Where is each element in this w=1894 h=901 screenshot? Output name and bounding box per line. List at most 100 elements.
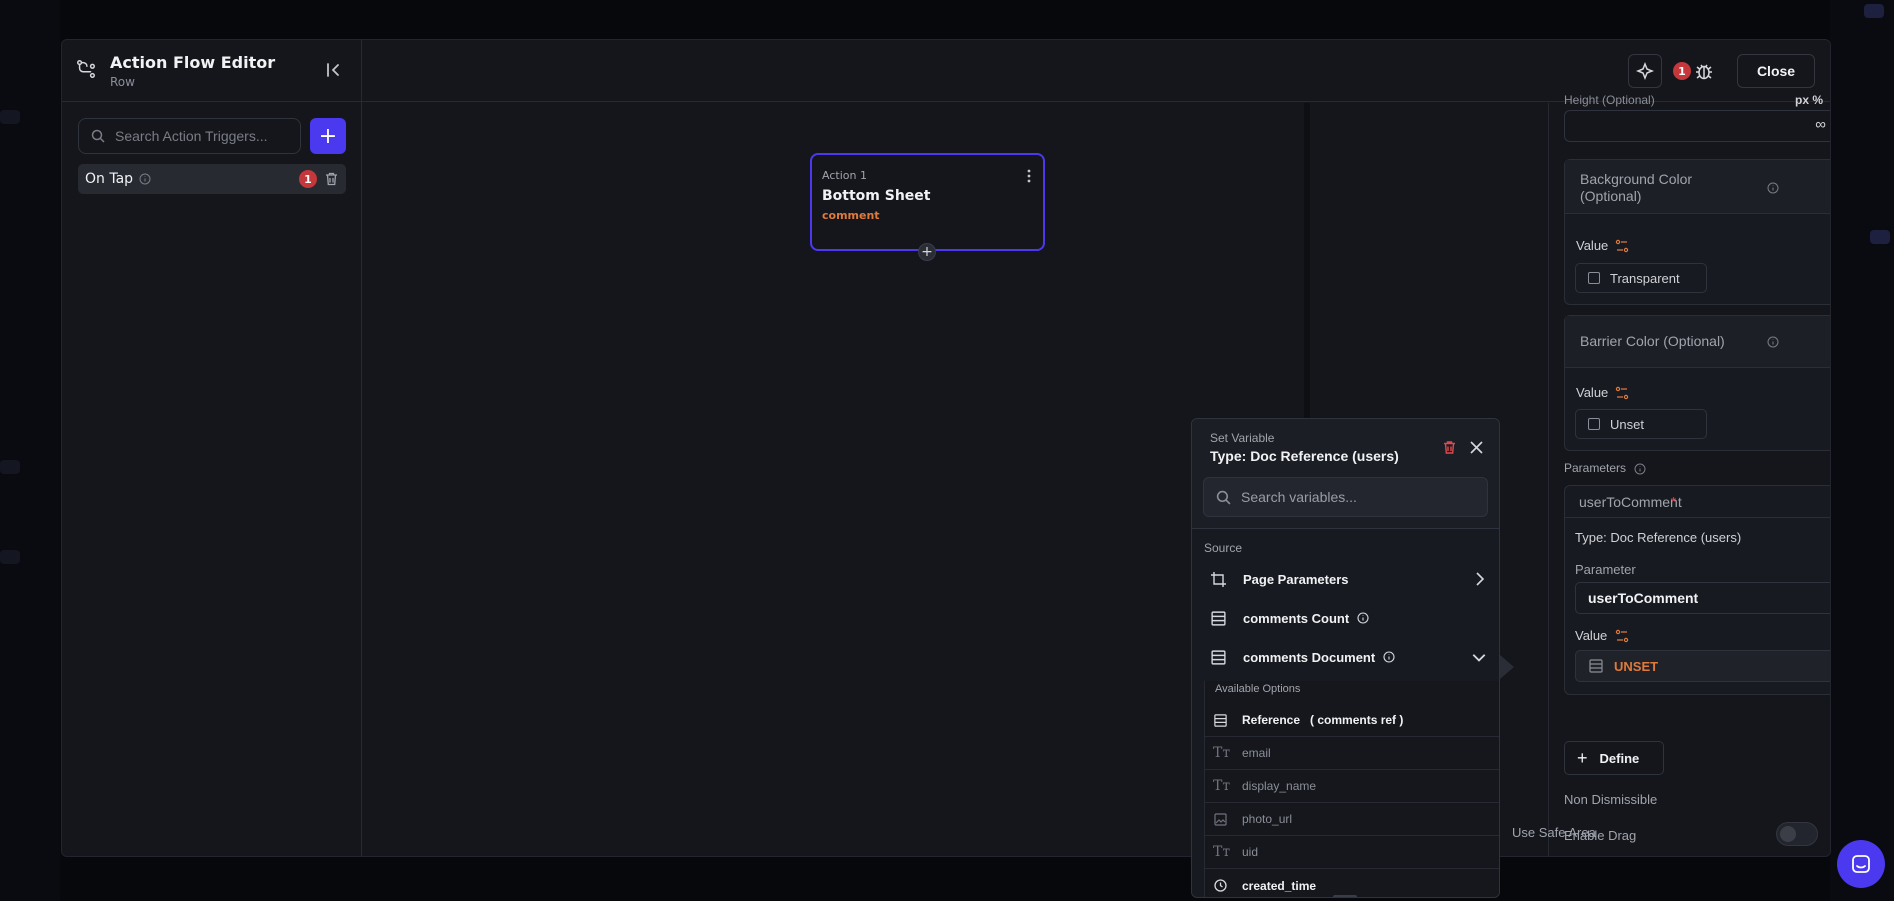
- option-label: uid: [1242, 845, 1259, 859]
- source-comments-document[interactable]: comments Document: [1192, 639, 1499, 675]
- parameter-dropdown[interactable]: userToComment: [1575, 582, 1831, 614]
- background-element: [1870, 230, 1890, 244]
- parameter-header[interactable]: userToComment *: [1565, 486, 1830, 518]
- background-value-label: Value: [1576, 238, 1609, 253]
- option-photo-url[interactable]: photo_url: [1205, 803, 1499, 836]
- info-icon: [1767, 336, 1779, 348]
- action-title: Bottom Sheet: [822, 188, 931, 204]
- background-color-header[interactable]: Background Color (Optional): [1565, 160, 1830, 214]
- close-icon[interactable]: [1470, 441, 1483, 454]
- background-color-value[interactable]: Transparent: [1575, 263, 1707, 293]
- drag-handle[interactable]: [1333, 895, 1357, 897]
- option-label: email: [1242, 746, 1271, 760]
- barrier-color-title: Barrier Color (Optional): [1580, 333, 1725, 349]
- set-variable-popup: Set Variable Type: Doc Reference (users)…: [1191, 418, 1500, 898]
- background-element: [1864, 4, 1884, 18]
- editor-subtitle: Row: [110, 75, 135, 89]
- option-suffix: ( comments ref ): [1310, 713, 1404, 727]
- option-created-time[interactable]: created_time: [1205, 869, 1499, 897]
- height-unit-toggle[interactable]: px %: [1795, 93, 1823, 107]
- source-label-text: Page Parameters: [1243, 571, 1349, 587]
- use-safe-area-label: Use Safe Area: [1512, 825, 1596, 840]
- variable-icon[interactable]: [1615, 239, 1629, 253]
- chat-icon: [1852, 855, 1870, 873]
- variable-search-input[interactable]: [1241, 489, 1461, 505]
- trigger-count-badge: 1: [299, 170, 317, 188]
- popup-pointer: [1500, 655, 1514, 679]
- chevron-down-icon: [1472, 654, 1486, 662]
- source-page-parameters[interactable]: Page Parameters: [1192, 561, 1499, 597]
- option-display-name[interactable]: Tт display_name: [1205, 770, 1499, 803]
- available-options-label: Available Options: [1215, 683, 1301, 695]
- background-color-section: Background Color (Optional) Value Transp…: [1564, 159, 1830, 305]
- text-icon: Tт: [1213, 844, 1231, 860]
- non-dismissible-label: Non Dismissible: [1564, 792, 1658, 807]
- add-action-button[interactable]: +: [918, 243, 936, 261]
- table-icon: [1211, 610, 1226, 626]
- popup-header: Set Variable Type: Doc Reference (users): [1192, 418, 1499, 529]
- parameter-dropdown-value: userToComment: [1588, 590, 1699, 606]
- collapse-panel-icon[interactable]: [325, 61, 343, 79]
- image-icon: [1214, 812, 1227, 826]
- action-subtitle: comment: [822, 209, 880, 222]
- color-swatch: [1588, 418, 1600, 430]
- use-safe-area-toggle[interactable]: [1776, 822, 1818, 846]
- source-label: Source: [1204, 541, 1243, 555]
- height-label: Height (Optional): [1564, 93, 1655, 107]
- define-button[interactable]: + Define: [1564, 741, 1664, 775]
- barrier-color-value[interactable]: Unset: [1575, 409, 1707, 439]
- info-icon: [1357, 612, 1369, 624]
- text-icon: Tт: [1213, 745, 1231, 761]
- properties-panel: Height (Optional) px % ∞ Background Colo…: [1548, 93, 1831, 856]
- action-flow-editor-modal: Action Flow Editor Row + On Tap 1: [61, 39, 1831, 857]
- variable-search-box[interactable]: [1203, 477, 1488, 517]
- chat-support-button[interactable]: [1837, 840, 1885, 888]
- info-icon: [1383, 651, 1395, 663]
- popup-title: Set Variable: [1210, 431, 1275, 445]
- variable-icon[interactable]: [1615, 629, 1629, 643]
- action-card[interactable]: Action 1 Bottom Sheet comment +: [810, 153, 1045, 261]
- trash-icon[interactable]: [1443, 440, 1456, 455]
- bug-icon[interactable]: [1694, 61, 1714, 81]
- trash-icon[interactable]: [325, 172, 338, 186]
- ai-assist-button[interactable]: [1628, 54, 1662, 88]
- background-element: [0, 460, 20, 474]
- drag-handle[interactable]: [1333, 418, 1357, 419]
- text-icon: Tт: [1213, 778, 1231, 794]
- parameter-type: Type: Doc Reference (users): [1575, 530, 1742, 545]
- sparkle-icon: [1636, 62, 1654, 80]
- popup-type: Type: Doc Reference (users): [1210, 448, 1399, 464]
- background-element: [0, 110, 20, 124]
- trigger-search-input[interactable]: [115, 128, 295, 144]
- table-icon: [1214, 713, 1227, 727]
- chevron-right-icon: [1476, 572, 1485, 586]
- trigger-item-on-tap[interactable]: On Tap 1: [78, 164, 346, 194]
- info-icon: [1634, 463, 1646, 475]
- search-icon: [91, 129, 105, 143]
- parameter-field-label: Parameter: [1575, 562, 1636, 577]
- option-label: Reference: [1242, 713, 1301, 727]
- color-swatch: [1588, 272, 1600, 284]
- chevron-down-icon: [1830, 591, 1831, 605]
- source-comments-count[interactable]: comments Count: [1192, 600, 1499, 636]
- option-label: photo_url: [1242, 812, 1293, 826]
- barrier-value-label: Value: [1576, 385, 1609, 400]
- option-label: created_time: [1242, 878, 1317, 893]
- issue-count-badge: 1: [1673, 62, 1691, 80]
- parameter-value-box[interactable]: UNSET: [1575, 650, 1830, 682]
- add-trigger-button[interactable]: +: [310, 118, 346, 154]
- height-input[interactable]: ∞: [1564, 110, 1830, 142]
- option-reference[interactable]: Reference ( comments ref ): [1205, 704, 1499, 737]
- option-uid[interactable]: Tт uid: [1205, 836, 1499, 869]
- barrier-color-text: Unset: [1610, 416, 1644, 432]
- more-vertical-icon[interactable]: [1022, 167, 1036, 185]
- editor-header: Action Flow Editor Row: [62, 40, 362, 102]
- define-label: Define: [1599, 750, 1640, 766]
- info-icon: [139, 173, 151, 185]
- close-button[interactable]: Close: [1737, 54, 1815, 88]
- option-email[interactable]: Tт email: [1205, 737, 1499, 770]
- trigger-search-box[interactable]: [78, 118, 301, 154]
- variable-icon[interactable]: [1615, 386, 1629, 400]
- barrier-color-header[interactable]: Barrier Color (Optional): [1565, 316, 1830, 368]
- table-icon: [1211, 649, 1226, 665]
